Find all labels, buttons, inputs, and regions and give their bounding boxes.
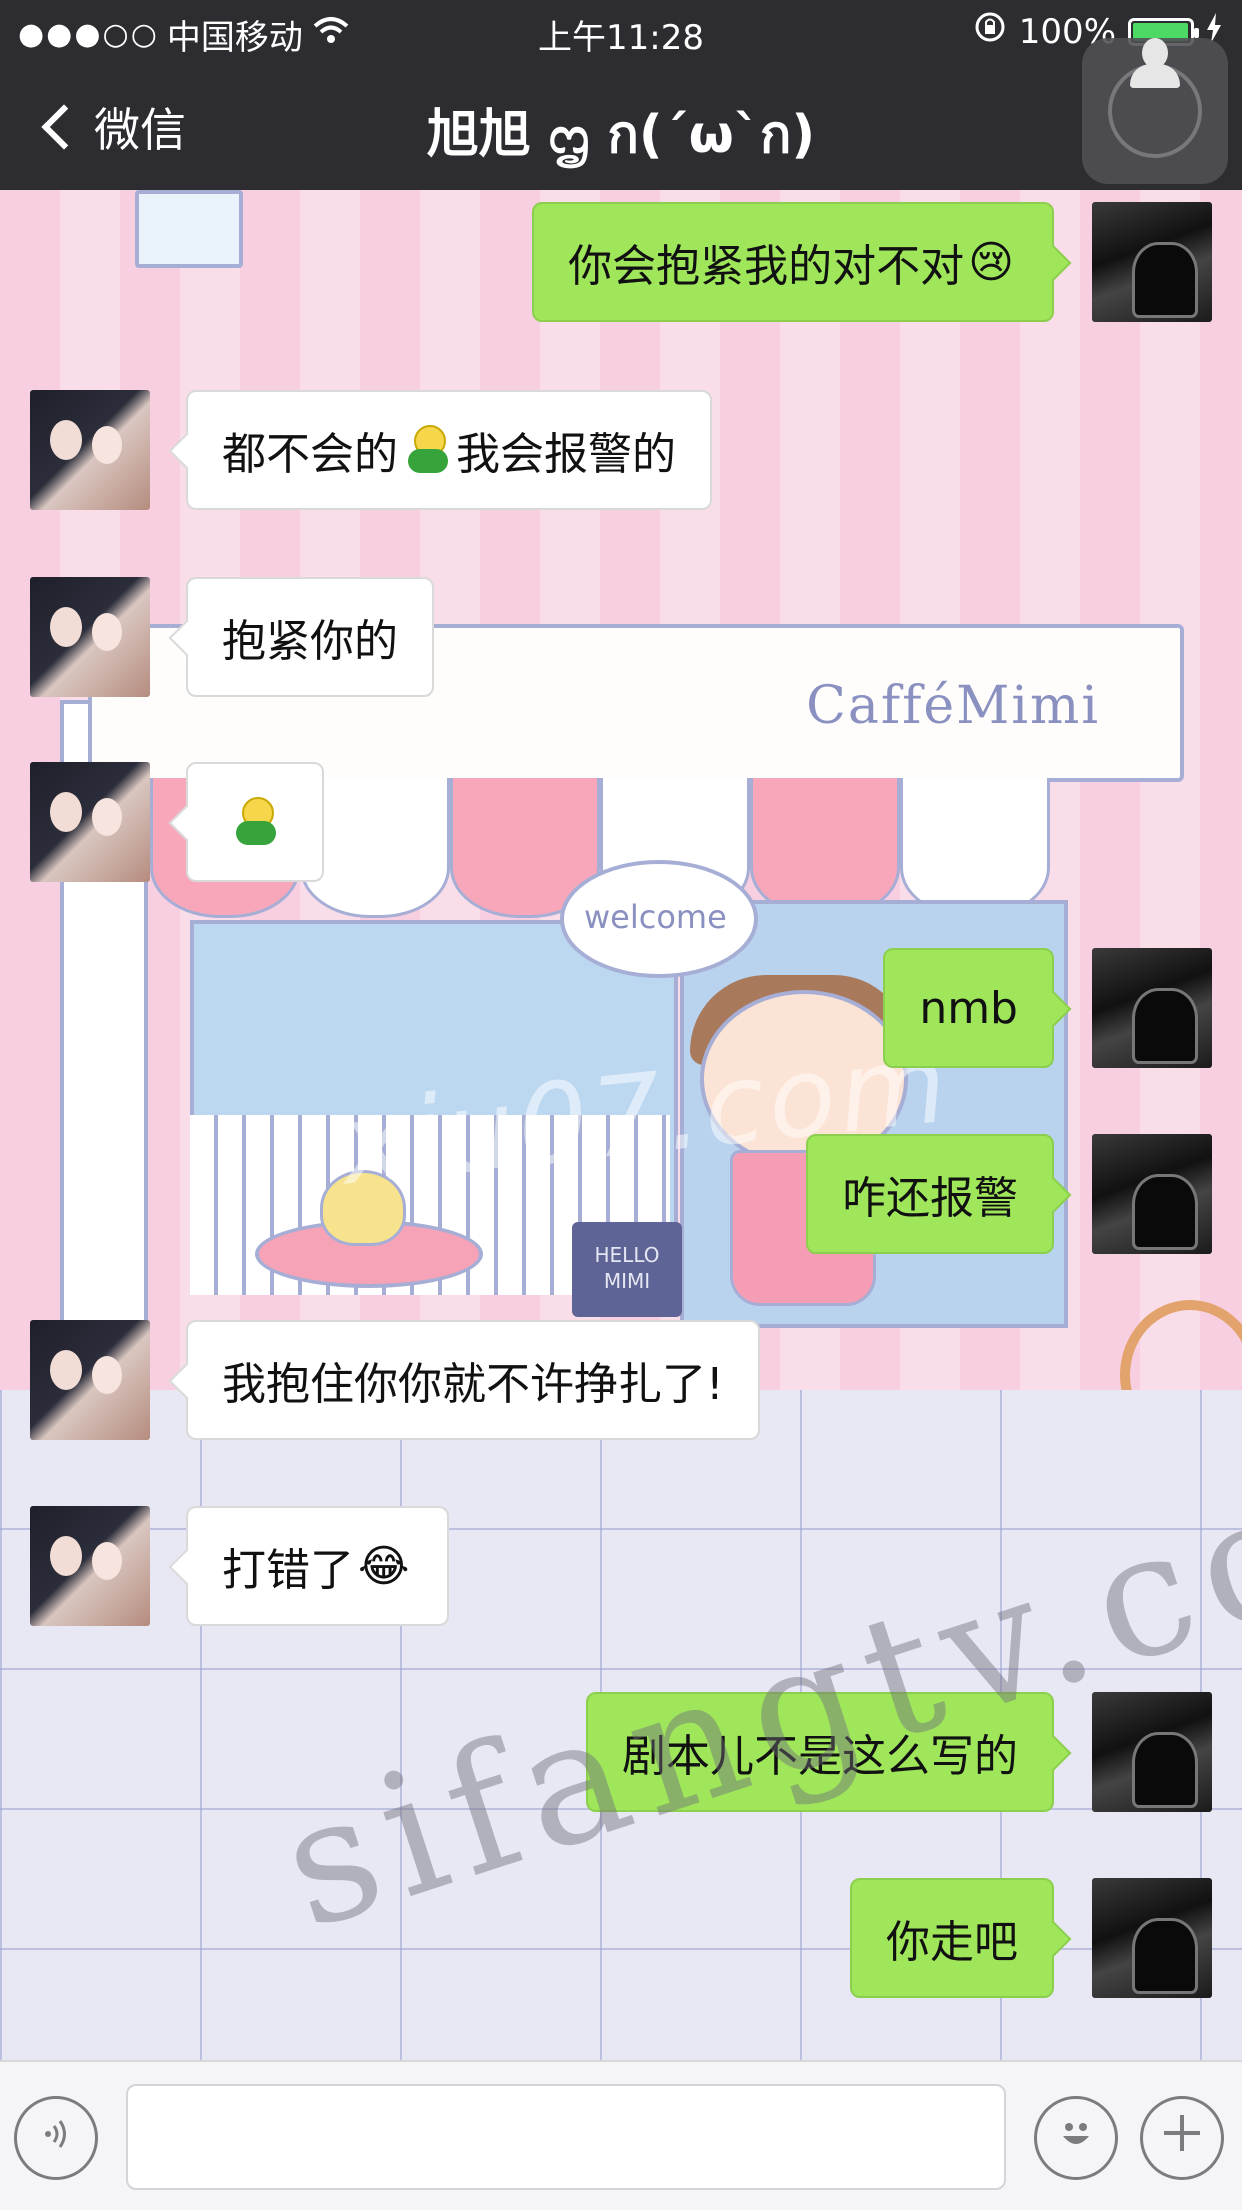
message-text: 打错了 — [222, 1545, 354, 1596]
message-row: 咋还报警 — [0, 1134, 1242, 1256]
my-avatar[interactable] — [1092, 202, 1212, 322]
chat-wallpaper: CafféMimi welcome HELLO MIMI xiu07.com — [0, 0, 1242, 2208]
message-bubble-incoming[interactable]: 我抱住你你就不许挣扎了! — [186, 1320, 760, 1440]
emoji-button[interactable] — [1034, 2096, 1118, 2180]
contact-avatar[interactable] — [30, 390, 150, 510]
message-text: 都不会的 — [222, 429, 398, 480]
message-text: 你会抱紧我的对不对 — [568, 241, 965, 292]
status-bar: ●●●○○ 中国移动 上午11:28 100% — [0, 0, 1242, 62]
message-row: nmb — [0, 948, 1242, 1070]
message-text: 咋还报警 — [842, 1173, 1018, 1224]
rotation-lock-icon — [973, 10, 1007, 53]
my-avatar[interactable] — [1092, 1878, 1212, 1998]
message-bubble-outgoing[interactable]: 你走吧 — [850, 1878, 1054, 1998]
green-hug-emoji — [404, 425, 450, 475]
sad-face-emoji: 😢 — [968, 236, 1014, 288]
laughing-tears-emoji: 😂 — [358, 1540, 410, 1592]
message-row: 你会抱紧我的对不对 😢 — [0, 202, 1242, 324]
contact-avatar[interactable] — [30, 1506, 150, 1626]
message-bubble-incoming[interactable]: 都不会的 我会报警的 — [186, 390, 712, 510]
my-avatar[interactable] — [1092, 1134, 1212, 1254]
message-text: 我会报警的 — [456, 429, 676, 480]
message-bubble-outgoing[interactable]: nmb — [883, 948, 1054, 1068]
message-row: 都不会的 我会报警的 — [0, 390, 1242, 512]
contact-avatar[interactable] — [30, 577, 150, 697]
nav-bar: 微信 旭旭 ᦗ ก(ˊωˋก) — [0, 62, 1242, 190]
message-bubble-incoming[interactable]: 打错了 😂 — [186, 1506, 450, 1626]
message-text: 我抱住你你就不许挣扎了! — [222, 1359, 724, 1410]
plus-icon — [1160, 2111, 1204, 2166]
message-row: 我抱住你你就不许挣扎了! — [0, 1320, 1242, 1442]
message-text: 抱紧你的 — [222, 616, 398, 667]
message-bubble-incoming[interactable] — [186, 762, 324, 882]
contact-avatar[interactable] — [30, 762, 150, 882]
more-options-button[interactable] — [1140, 2096, 1224, 2180]
chat-info-button[interactable] — [1082, 38, 1228, 184]
message-row — [0, 762, 1242, 884]
voice-icon — [36, 2111, 76, 2165]
message-text: 你走吧 — [886, 1917, 1018, 1968]
green-hug-emoji — [232, 797, 278, 847]
contact-avatar[interactable] — [30, 1320, 150, 1440]
message-row: 你走吧 — [0, 1878, 1242, 2000]
message-input[interactable] — [126, 2084, 1006, 2190]
message-row: 抱紧你的 — [0, 577, 1242, 699]
voice-input-button[interactable] — [14, 2096, 98, 2180]
welcome-text: welcome — [584, 898, 727, 936]
smiley-icon — [1053, 2110, 1099, 2167]
chat-title: 旭旭 ᦗ ก(ˊωˋก) — [426, 105, 816, 165]
my-avatar[interactable] — [1092, 948, 1212, 1068]
message-bubble-outgoing[interactable]: 咋还报警 — [806, 1134, 1054, 1254]
message-bubble-incoming[interactable]: 抱紧你的 — [186, 577, 434, 697]
message-bubble-outgoing[interactable]: 你会抱紧我的对不对 😢 — [532, 202, 1054, 322]
message-text: nmb — [919, 982, 1018, 1034]
input-bar — [0, 2060, 1242, 2210]
